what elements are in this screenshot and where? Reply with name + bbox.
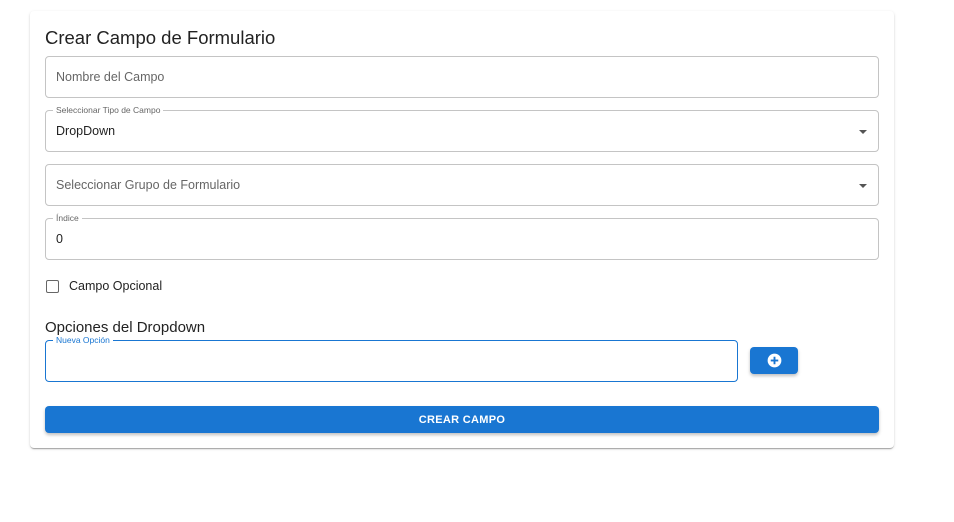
field-name-input[interactable]: Nombre del Campo: [45, 56, 879, 98]
form-group-select[interactable]: Seleccionar Grupo de Formulario: [45, 164, 879, 206]
chevron-down-icon: [859, 130, 867, 134]
field-name-placeholder: Nombre del Campo: [56, 70, 165, 84]
optional-field-row: Campo Opcional: [45, 279, 162, 293]
index-label: Índice: [53, 213, 82, 223]
add-option-button[interactable]: [750, 347, 798, 374]
index-value: 0: [56, 232, 63, 246]
plus-circle-icon: [767, 353, 781, 368]
optional-field-checkbox[interactable]: [46, 279, 59, 293]
create-field-card: Crear Campo de Formulario Nombre del Cam…: [30, 11, 894, 448]
chevron-down-icon: [859, 184, 867, 188]
dropdown-options-title: Opciones del Dropdown: [45, 319, 206, 336]
optional-field-label[interactable]: Campo Opcional: [69, 279, 162, 293]
new-option-input[interactable]: Nueva Opción: [45, 335, 738, 382]
field-type-label: Seleccionar Tipo de Campo: [53, 105, 164, 115]
create-field-button[interactable]: CREAR CAMPO: [45, 406, 879, 433]
field-type-value: DropDown: [56, 124, 116, 138]
field-type-select[interactable]: Seleccionar Tipo de Campo DropDown: [45, 105, 879, 152]
form-title: Crear Campo de Formulario: [45, 27, 276, 48]
new-option-label: Nueva Opción: [53, 335, 113, 345]
form-group-placeholder: Seleccionar Grupo de Formulario: [56, 178, 241, 192]
index-input[interactable]: Índice 0: [45, 213, 879, 260]
